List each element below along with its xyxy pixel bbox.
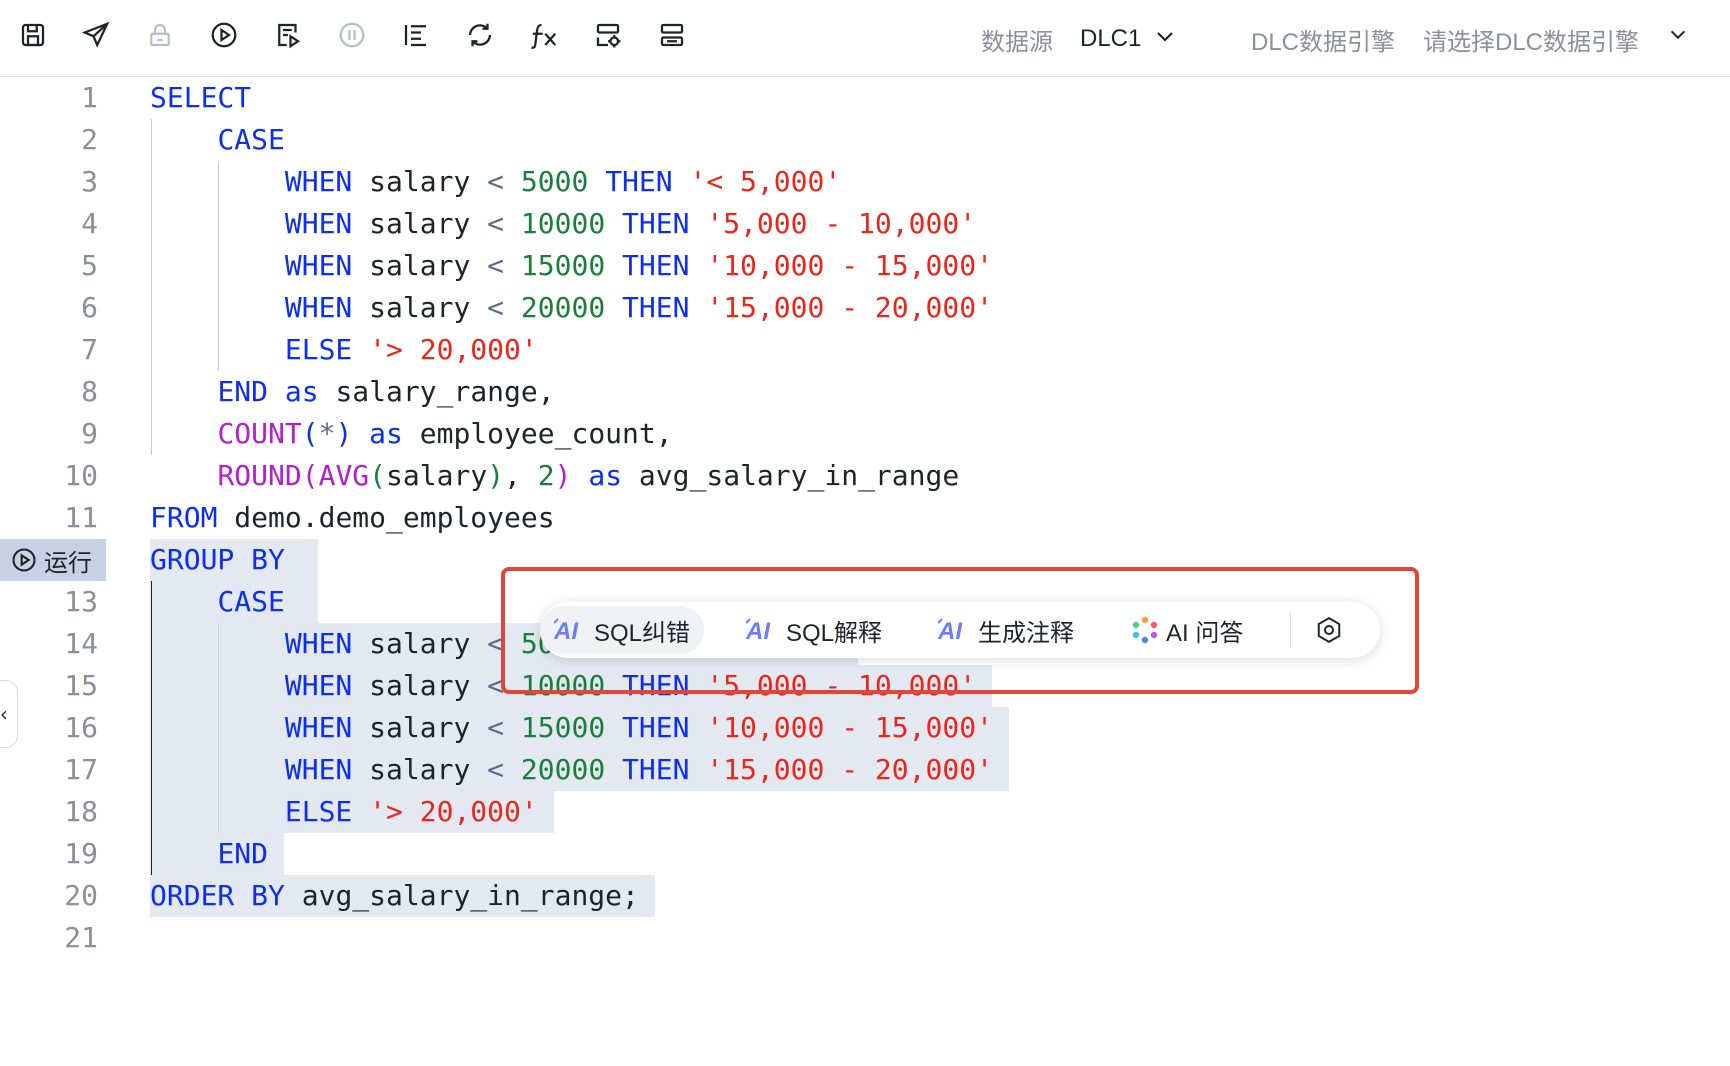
line-number: 3: [81, 165, 98, 198]
ai-assist-toolbar: AI SQL纠错 AI SQL解释 AI 生成注释 AI 问答: [540, 602, 1380, 658]
ai-item-label: AI 问答: [1166, 619, 1244, 647]
ai-item-label: SQL纠错: [594, 619, 691, 647]
line-number: 13: [64, 585, 98, 618]
engine-label: DLC数据引擎: [1251, 29, 1396, 56]
code-line[interactable]: GROUP BY: [150, 539, 285, 581]
code-line[interactable]: CASE: [150, 119, 284, 161]
datasource-label: 数据源: [981, 29, 1053, 56]
line-number: 19: [64, 837, 98, 870]
variables-icon[interactable]: [588, 15, 628, 55]
line-number: 7: [81, 333, 98, 366]
run-label: 运行: [44, 549, 92, 577]
chevron-left-icon: ‹: [0, 702, 10, 726]
chevron-down-icon: [1156, 22, 1174, 50]
line-number: 21: [64, 921, 98, 954]
line-number: 8: [81, 375, 98, 408]
run-icon[interactable]: [204, 15, 244, 55]
ai-chat-button[interactable]: AI 问答: [1116, 606, 1257, 654]
pause-icon[interactable]: [332, 15, 372, 55]
code-line[interactable]: ELSE '> 20,000': [150, 329, 538, 371]
engine-select[interactable]: 请选择DLC数据引擎: [1423, 22, 1639, 57]
ai-icon: AI: [938, 617, 972, 643]
ai-item-label: 生成注释: [978, 619, 1074, 647]
run-selected-icon[interactable]: [268, 15, 308, 55]
divider: [1290, 612, 1291, 648]
code-line[interactable]: FROM demo.demo_employees: [150, 497, 555, 539]
datasource-value: DLC1: [1080, 25, 1142, 52]
line-number: 11: [64, 501, 98, 534]
datasource-select[interactable]: DLC1: [1080, 22, 1174, 53]
refresh-icon[interactable]: [460, 15, 500, 55]
run-selection-button[interactable]: 运行: [0, 539, 106, 581]
code-line[interactable]: CASE: [150, 581, 284, 623]
code-line[interactable]: SELECT: [150, 77, 251, 119]
ai-item-label: SQL解释: [786, 619, 883, 647]
svg-text:AI: AI: [938, 618, 963, 643]
code-line[interactable]: ORDER BY avg_salary_in_range;: [150, 875, 639, 917]
collapse-panel-button[interactable]: ‹: [0, 680, 18, 748]
code-line[interactable]: END: [150, 833, 268, 875]
ai-icon: AI: [554, 617, 588, 643]
line-number: 14: [64, 627, 98, 660]
code-line[interactable]: WHEN salary < 20000 THEN '15,000 - 20,00…: [150, 749, 993, 791]
code-line[interactable]: WHEN salary < 10000 THEN '5,000 - 10,000…: [150, 665, 976, 707]
code-line[interactable]: ELSE '> 20,000': [150, 791, 538, 833]
line-number: 1: [81, 81, 98, 114]
line-number: 5: [81, 249, 98, 282]
line-number: 9: [81, 417, 98, 450]
code-line[interactable]: ROUND(AVG(salary), 2) as avg_salary_in_r…: [150, 455, 959, 497]
line-number: 17: [64, 753, 98, 786]
ai-chat-icon: [1130, 615, 1160, 645]
line-number: 2: [81, 123, 98, 156]
run-icon: [10, 546, 38, 574]
chevron-down-icon[interactable]: [1658, 15, 1698, 55]
format-icon[interactable]: [396, 15, 436, 55]
lock-icon[interactable]: [140, 15, 180, 55]
svg-text:AI: AI: [554, 618, 579, 643]
line-number: 4: [81, 207, 98, 240]
code-line[interactable]: WHEN salary < 10000 THEN '5,000 - 10,000…: [150, 203, 976, 245]
save-icon[interactable]: [13, 15, 53, 55]
ai-sql-fix-button[interactable]: AI SQL纠错: [540, 606, 705, 654]
ai-generate-comment-button[interactable]: AI 生成注释: [924, 606, 1088, 654]
code-line[interactable]: WHEN salary < 20000 THEN '15,000 - 20,00…: [150, 287, 993, 329]
code-line[interactable]: WHEN salary < 15000 THEN '10,000 - 15,00…: [150, 707, 993, 749]
line-number: 18: [64, 795, 98, 828]
line-number: 20: [64, 879, 98, 912]
code-line[interactable]: COUNT(*) as employee_count,: [150, 413, 672, 455]
sql-editor[interactable]: 1 2 3 4 5 6 7 8 9 10 11 13 14 15 16 17 1…: [0, 77, 1730, 1066]
code-line[interactable]: END as salary_range,: [150, 371, 554, 413]
send-icon[interactable]: [76, 15, 116, 55]
code-line[interactable]: WHEN salary < 5000 THEN '< 5,000': [150, 161, 841, 203]
line-number: 6: [81, 291, 98, 324]
ai-sql-explain-button[interactable]: AI SQL解释: [732, 606, 896, 654]
layout-icon[interactable]: [652, 15, 692, 55]
settings-icon: [1314, 615, 1344, 645]
ai-settings-button[interactable]: [1300, 606, 1358, 654]
toolbar: 数据源 DLC1 DLC数据引擎 请选择DLC数据引擎: [0, 0, 1730, 77]
ai-icon: AI: [746, 617, 780, 643]
line-number: 10: [64, 459, 98, 492]
svg-text:AI: AI: [746, 618, 771, 643]
code-line[interactable]: WHEN salary < 15000 THEN '10,000 - 15,00…: [150, 245, 993, 287]
function-icon[interactable]: [524, 15, 564, 55]
